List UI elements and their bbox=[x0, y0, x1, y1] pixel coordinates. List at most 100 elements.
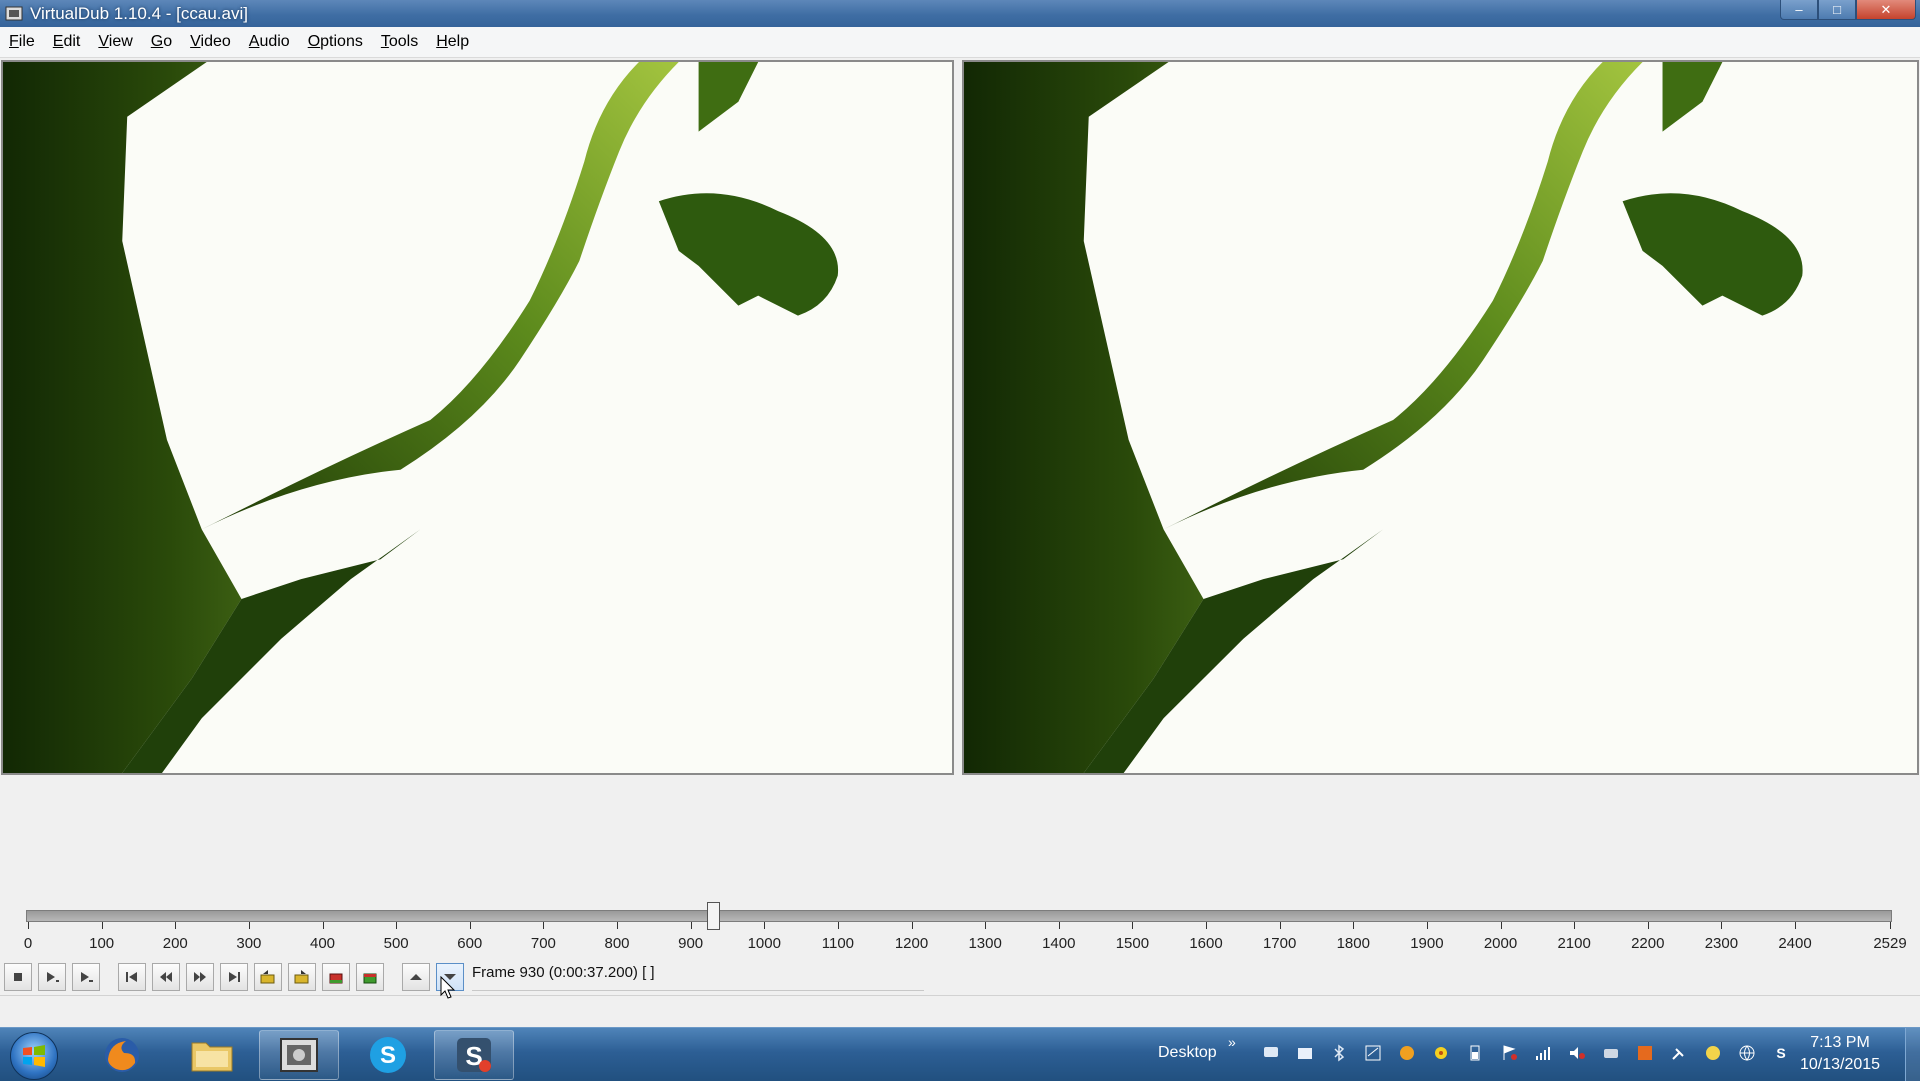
tray-action-center-flag-icon[interactable] bbox=[1498, 1042, 1520, 1064]
tray-yellow-status-icon[interactable] bbox=[1702, 1042, 1724, 1064]
taskbar-snagit[interactable]: S bbox=[434, 1030, 514, 1080]
prev-frame-button[interactable] bbox=[152, 963, 180, 991]
tray-satellite-icon[interactable] bbox=[1668, 1042, 1690, 1064]
tray-disk-icon[interactable] bbox=[1600, 1042, 1622, 1064]
tray-network-signal-icon[interactable] bbox=[1532, 1042, 1554, 1064]
system-tray: S bbox=[1260, 1042, 1804, 1064]
close-button[interactable]: ✕ bbox=[1856, 0, 1916, 20]
prev-frame-icon bbox=[160, 972, 172, 982]
tray-volume-muted-icon[interactable] bbox=[1566, 1042, 1588, 1064]
tray-office-icon[interactable] bbox=[1634, 1042, 1656, 1064]
timeline-tick bbox=[322, 922, 324, 929]
folder-icon bbox=[191, 1042, 233, 1072]
next-keyframe-button[interactable] bbox=[288, 963, 316, 991]
timeline-ticks: 0 100 200 300 400 500 600 700 800 900 1000 1100 1200… bbox=[0, 922, 1920, 952]
virtualdub-app-icon[interactable] bbox=[4, 4, 24, 24]
timeline-tick bbox=[617, 922, 618, 929]
input-video-frame bbox=[3, 62, 952, 773]
snagit-icon: S bbox=[457, 1038, 491, 1072]
window-title: VirtualDub 1.10.4 - [ccau.avi] bbox=[30, 3, 248, 23]
timeline-tick bbox=[1426, 922, 1428, 929]
timeline-tick bbox=[1132, 922, 1134, 929]
timeline-tick bbox=[690, 922, 692, 929]
taskbar-skype[interactable]: S bbox=[348, 1030, 428, 1080]
scene-back-button[interactable] bbox=[322, 963, 350, 991]
play-input-icon bbox=[47, 972, 59, 982]
menu-options[interactable]: Options bbox=[299, 33, 372, 51]
timeline-tick-label: 600 bbox=[457, 935, 483, 952]
windows-logo-icon bbox=[23, 1045, 45, 1067]
timeline-tick bbox=[1890, 922, 1891, 929]
taskbar-virtualdub[interactable] bbox=[259, 1030, 339, 1080]
scene-forward-icon bbox=[363, 973, 377, 984]
timeline-tick-label: 1400 bbox=[1042, 935, 1076, 952]
mark-in-icon bbox=[410, 974, 422, 980]
virtualdub-icon bbox=[280, 1038, 318, 1072]
timeline-tick bbox=[837, 922, 839, 929]
tray-flower-icon[interactable] bbox=[1430, 1042, 1452, 1064]
taskbar-file-explorer[interactable] bbox=[172, 1030, 252, 1080]
menu-tools[interactable]: Tools bbox=[372, 33, 427, 51]
input-video-pane[interactable] bbox=[1, 60, 954, 775]
playback-toolbar bbox=[4, 962, 470, 992]
frame-position-readout: Frame 930 (0:00:37.200) [ ] bbox=[472, 962, 924, 991]
menu-video[interactable]: Video bbox=[181, 33, 240, 51]
menu-audio[interactable]: Audio bbox=[240, 33, 299, 51]
menu-edit[interactable]: Edit bbox=[44, 33, 90, 51]
mouse-cursor-icon bbox=[440, 976, 456, 999]
start-button[interactable] bbox=[10, 1032, 58, 1080]
timeline-tick-label: 400 bbox=[309, 935, 336, 952]
timeline-tick-label: 1800 bbox=[1336, 935, 1370, 952]
menu-view[interactable]: View bbox=[89, 33, 141, 51]
taskbar-clock[interactable]: 7:13 PM 10/13/2015 bbox=[1790, 1032, 1890, 1076]
timeline-tick-label: 300 bbox=[236, 935, 262, 952]
show-desktop-button[interactable] bbox=[1905, 1028, 1920, 1081]
clock-time: 7:13 PM bbox=[1810, 1034, 1870, 1051]
timeline-tick bbox=[28, 922, 29, 929]
menu-help[interactable]: Help bbox=[427, 33, 478, 51]
timeline-tick-label: 2300 bbox=[1704, 935, 1739, 952]
timeline-tick bbox=[1500, 922, 1502, 929]
maximize-button[interactable]: □ bbox=[1818, 0, 1856, 20]
timeline-tick bbox=[469, 922, 471, 929]
timeline-tick-label: 700 bbox=[530, 935, 556, 952]
minimize-button[interactable]: – bbox=[1780, 0, 1818, 20]
play-output-button[interactable] bbox=[72, 963, 100, 991]
timeline-tick bbox=[764, 922, 766, 929]
tray-orange-icon[interactable] bbox=[1396, 1042, 1418, 1064]
stop-button[interactable] bbox=[4, 963, 32, 991]
desktop-toolbar-label[interactable]: Desktop bbox=[1158, 1044, 1217, 1062]
output-video-frame bbox=[964, 62, 1917, 773]
tray-chat-icon[interactable] bbox=[1260, 1042, 1282, 1064]
timeline-tick-label: 100 bbox=[89, 935, 115, 952]
timeline-tick bbox=[1058, 922, 1060, 929]
timeline-tick bbox=[911, 922, 913, 929]
tray-folder-icon[interactable] bbox=[1294, 1042, 1316, 1064]
timeline-tick bbox=[543, 922, 545, 929]
tray-battery-icon[interactable] bbox=[1464, 1042, 1486, 1064]
timeline-tick bbox=[175, 922, 177, 929]
tray-window-icon[interactable] bbox=[1362, 1042, 1384, 1064]
menu-go[interactable]: Go bbox=[142, 33, 181, 51]
firefox-icon bbox=[105, 1038, 139, 1072]
tray-bluetooth-icon[interactable] bbox=[1328, 1042, 1350, 1064]
timeline-tick-label: 1500 bbox=[1115, 935, 1150, 952]
tray-globe-icon[interactable] bbox=[1736, 1042, 1758, 1064]
go-start-button[interactable] bbox=[118, 963, 146, 991]
timeline-tick-label: 2100 bbox=[1557, 935, 1591, 952]
scene-forward-button[interactable] bbox=[356, 963, 384, 991]
play-input-button[interactable] bbox=[38, 963, 66, 991]
go-end-button[interactable] bbox=[220, 963, 248, 991]
taskbar-firefox[interactable] bbox=[82, 1030, 162, 1080]
scene-back-icon bbox=[329, 973, 343, 984]
timeline-tick-label: 900 bbox=[678, 935, 704, 952]
desktop-toolbar-chevron[interactable]: » bbox=[1228, 1034, 1236, 1050]
output-video-pane[interactable] bbox=[962, 60, 1919, 775]
next-frame-button[interactable] bbox=[186, 963, 214, 991]
tray-s-icon[interactable]: S bbox=[1770, 1042, 1792, 1064]
mark-in-button[interactable] bbox=[402, 963, 430, 991]
timeline-track[interactable] bbox=[26, 910, 1892, 922]
menu-file[interactable]: File bbox=[0, 33, 44, 51]
prev-keyframe-icon bbox=[260, 970, 275, 984]
prev-keyframe-button[interactable] bbox=[254, 963, 282, 991]
